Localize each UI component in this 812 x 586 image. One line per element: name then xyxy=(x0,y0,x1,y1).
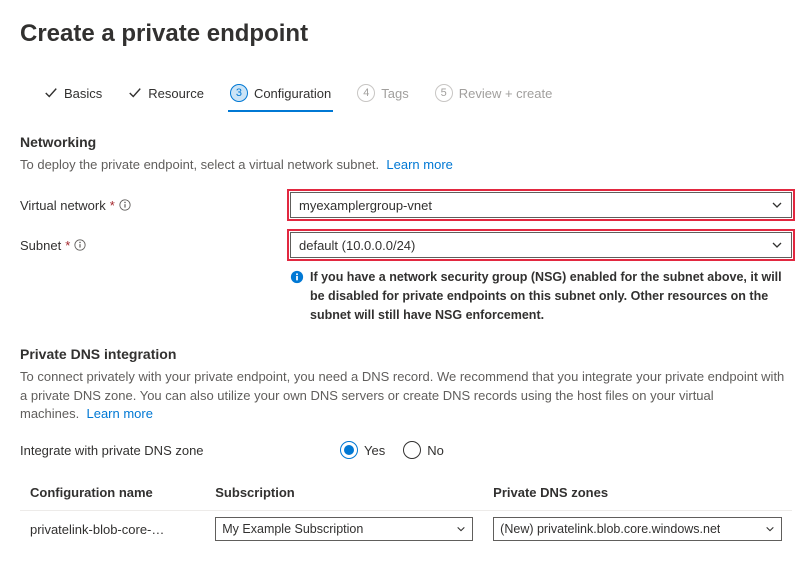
info-icon[interactable] xyxy=(119,199,131,211)
select-value: (New) privatelink.blob.core.windows.net xyxy=(500,522,720,536)
tab-configuration[interactable]: 3 Configuration xyxy=(228,78,333,112)
table-header-row: Configuration name Subscription Private … xyxy=(20,477,792,511)
radio-icon xyxy=(403,441,421,459)
chevron-down-icon xyxy=(771,199,783,211)
tab-label: Review + create xyxy=(459,86,553,101)
radio-no[interactable]: No xyxy=(403,441,444,459)
dns-description: To connect privately with your private e… xyxy=(20,368,792,423)
select-value: myexamplergroup-vnet xyxy=(299,198,432,213)
radio-label: No xyxy=(427,443,444,458)
tab-label: Configuration xyxy=(254,86,331,101)
info-icon xyxy=(290,270,304,284)
configuration-name-cell: privatelink-blob-core-… xyxy=(20,511,205,548)
radio-icon xyxy=(340,441,358,459)
dns-zones-table: Configuration name Subscription Private … xyxy=(20,477,792,547)
virtual-network-label: Virtual network * xyxy=(20,198,290,213)
page-title: Create a private endpoint xyxy=(20,20,792,48)
check-icon xyxy=(128,86,142,100)
col-configuration-name: Configuration name xyxy=(20,477,205,511)
tab-tags[interactable]: 4 Tags xyxy=(355,78,410,112)
integrate-dns-label: Integrate with private DNS zone xyxy=(20,443,340,458)
learn-more-link[interactable]: Learn more xyxy=(386,157,452,172)
integrate-dns-radio-group: Yes No xyxy=(340,441,444,459)
col-subscription: Subscription xyxy=(205,477,483,511)
step-number: 5 xyxy=(435,84,453,102)
tab-resource[interactable]: Resource xyxy=(126,80,206,111)
networking-description: To deploy the private endpoint, select a… xyxy=(20,156,792,174)
tab-label: Tags xyxy=(381,86,408,101)
networking-heading: Networking xyxy=(20,134,792,150)
dns-zone-select[interactable]: (New) privatelink.blob.core.windows.net xyxy=(493,517,782,541)
learn-more-link[interactable]: Learn more xyxy=(86,406,152,421)
radio-yes[interactable]: Yes xyxy=(340,441,385,459)
required-indicator: * xyxy=(110,198,115,213)
chevron-down-icon xyxy=(765,524,775,534)
col-private-dns-zones: Private DNS zones xyxy=(483,477,792,511)
select-value: My Example Subscription xyxy=(222,522,363,536)
table-row: privatelink-blob-core-… My Example Subsc… xyxy=(20,511,792,548)
nsg-info-message: If you have a network security group (NS… xyxy=(290,268,792,324)
chevron-down-icon xyxy=(456,524,466,534)
subscription-select[interactable]: My Example Subscription xyxy=(215,517,473,541)
check-icon xyxy=(44,86,58,100)
tab-label: Resource xyxy=(148,86,204,101)
tab-basics[interactable]: Basics xyxy=(42,80,104,111)
dns-heading: Private DNS integration xyxy=(20,346,792,362)
radio-label: Yes xyxy=(364,443,385,458)
virtual-network-select[interactable]: myexamplergroup-vnet xyxy=(290,192,792,218)
wizard-tabs: Basics Resource 3 Configuration 4 Tags 5… xyxy=(20,78,792,112)
chevron-down-icon xyxy=(771,239,783,251)
required-indicator: * xyxy=(65,238,70,253)
info-icon[interactable] xyxy=(74,239,86,251)
tab-review-create[interactable]: 5 Review + create xyxy=(433,78,555,112)
select-value: default (10.0.0.0/24) xyxy=(299,238,415,253)
subnet-select[interactable]: default (10.0.0.0/24) xyxy=(290,232,792,258)
subnet-label: Subnet * xyxy=(20,238,290,253)
step-number: 3 xyxy=(230,84,248,102)
tab-label: Basics xyxy=(64,86,102,101)
step-number: 4 xyxy=(357,84,375,102)
